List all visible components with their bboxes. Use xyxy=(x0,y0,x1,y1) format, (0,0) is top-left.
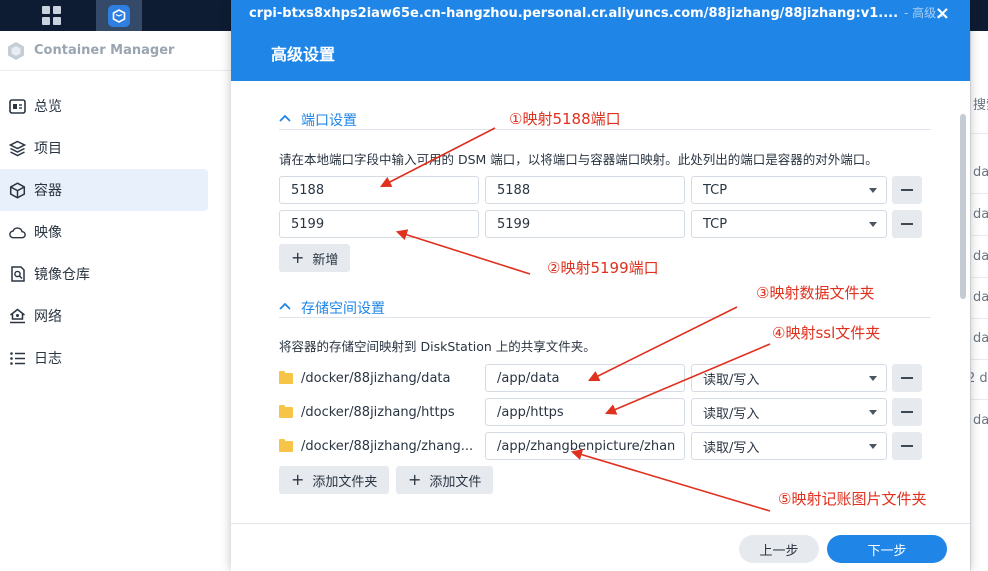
list-item: da xyxy=(973,165,988,180)
plus-icon: + xyxy=(291,470,305,489)
list-item: 2 d xyxy=(971,371,988,386)
local-port-input[interactable]: 5188 xyxy=(279,176,479,204)
annotation-picture-folder: ⑤映射记账图片文件夹 xyxy=(778,490,927,508)
dialog-scrollbar[interactable] xyxy=(960,114,966,299)
access-mode-select[interactable]: 读取/写入 xyxy=(691,398,887,426)
main-menu-button[interactable] xyxy=(28,0,74,31)
background-list: 搜索 da da da da da 2 d da xyxy=(970,31,988,571)
container-manager-window: Container Manager 总览 项目 容器 映像 镜像仓库 网络 日志 xyxy=(0,31,232,571)
container-port-input[interactable]: 5199 xyxy=(485,210,685,238)
mount-path-input[interactable]: /app/zhangbenpicture/zhan xyxy=(485,432,685,460)
add-port-button[interactable]: + 新增 xyxy=(279,244,351,272)
annotation-ssl-folder: ④映射ssl文件夹 xyxy=(772,324,881,342)
add-folder-button[interactable]: + 添加文件夹 xyxy=(279,466,390,494)
list-item: da xyxy=(973,249,988,264)
host-folder-path: /docker/88jizhang/data xyxy=(279,364,450,392)
image-cloud-icon xyxy=(9,224,26,241)
list-item: da xyxy=(973,290,988,305)
remove-port-button[interactable] xyxy=(892,210,922,238)
mount-path-input[interactable]: /app/data xyxy=(485,364,685,392)
app-title-bar: Container Manager xyxy=(0,31,231,71)
container-manager-taskbar-button[interactable] xyxy=(96,0,142,31)
chevron-up-icon xyxy=(279,110,291,126)
container-icon xyxy=(9,181,26,199)
sidebar-item-label: 网络 xyxy=(34,309,62,325)
host-folder-path: /docker/88jizhang/zhang... xyxy=(279,432,473,460)
app-title: Container Manager xyxy=(34,43,175,58)
remove-port-button[interactable] xyxy=(892,176,922,204)
grid-icon xyxy=(41,6,61,25)
sidebar-item-project[interactable]: 项目 xyxy=(0,127,208,169)
folder-icon xyxy=(279,438,293,452)
remove-volume-button[interactable] xyxy=(892,364,922,392)
plus-icon: + xyxy=(408,470,422,489)
sidebar-item-label: 镜像仓库 xyxy=(34,267,90,283)
annotation-port-5199: ②映射5199端口 xyxy=(547,259,659,277)
dialog-image-url: crpi-btxs8xhps2iaw65e.cn-hangzhou.person… xyxy=(249,6,948,21)
list-item: da xyxy=(973,207,988,222)
mount-path-input[interactable]: /app/https xyxy=(485,398,685,426)
remove-volume-button[interactable] xyxy=(892,398,922,426)
local-port-input[interactable]: 5199 xyxy=(279,210,479,238)
dialog-footer: 上一步 下一步 xyxy=(231,523,970,571)
port-description: 请在本地端口字段中输入可用的 DSM 端口，以将端口与容器端口映射。此处列出的端… xyxy=(279,152,878,167)
close-icon[interactable]: × xyxy=(935,3,950,24)
remove-volume-button[interactable] xyxy=(892,432,922,460)
search-hint: 搜索 xyxy=(973,98,988,113)
next-button[interactable]: 下一步 xyxy=(827,535,947,563)
dialog-title: 高级设置 xyxy=(271,45,336,64)
protocol-select[interactable]: TCP xyxy=(691,210,887,238)
sidebar-item-registry[interactable]: 镜像仓库 xyxy=(0,253,208,295)
minus-icon xyxy=(901,377,913,379)
container-port-input[interactable]: 5188 xyxy=(485,176,685,204)
sidebar-item-label: 总览 xyxy=(34,99,62,115)
section-title: 存储空间设置 xyxy=(301,301,385,317)
sidebar-item-label: 日志 xyxy=(34,351,62,367)
add-file-button[interactable]: + 添加文件 xyxy=(396,466,494,494)
sidebar-nav: 总览 项目 容器 映像 镜像仓库 网络 日志 xyxy=(0,71,231,379)
previous-button[interactable]: 上一步 xyxy=(739,535,819,563)
sidebar-item-image[interactable]: 映像 xyxy=(0,211,208,253)
registry-icon xyxy=(9,266,26,283)
annotation-port-5188: ①映射5188端口 xyxy=(509,110,621,128)
log-icon xyxy=(9,350,26,367)
minus-icon xyxy=(901,223,913,225)
plus-icon: + xyxy=(291,248,305,267)
list-item: da xyxy=(973,331,988,346)
section-title: 端口设置 xyxy=(301,113,357,129)
minus-icon xyxy=(901,411,913,413)
minus-icon xyxy=(901,445,913,447)
sidebar-item-label: 容器 xyxy=(34,183,62,199)
dialog-header: crpi-btxs8xhps2iaw65e.cn-hangzhou.person… xyxy=(231,0,970,81)
annotation-data-folder: ③映射数据文件夹 xyxy=(756,284,875,302)
folder-icon xyxy=(279,370,293,384)
list-item: da xyxy=(973,413,988,428)
sidebar-item-overview[interactable]: 总览 xyxy=(0,85,208,127)
access-mode-select[interactable]: 读取/写入 xyxy=(691,432,887,460)
sidebar-item-label: 项目 xyxy=(34,141,62,157)
overview-icon xyxy=(9,98,26,115)
storage-description: 将容器的存储空间映射到 DiskStation 上的共享文件夹。 xyxy=(279,339,596,354)
protocol-select[interactable]: TCP xyxy=(691,176,887,204)
app-logo-icon xyxy=(8,41,24,60)
project-icon xyxy=(9,140,26,157)
network-icon xyxy=(9,308,26,325)
minus-icon xyxy=(901,189,913,191)
chevron-up-icon xyxy=(279,298,291,314)
folder-icon xyxy=(279,404,293,418)
sidebar-item-log[interactable]: 日志 xyxy=(0,337,208,379)
sidebar-item-network[interactable]: 网络 xyxy=(0,295,208,337)
host-folder-path: /docker/88jizhang/https xyxy=(279,398,455,426)
access-mode-select[interactable]: 读取/写入 xyxy=(691,364,887,392)
sidebar-item-container[interactable]: 容器 xyxy=(0,169,208,211)
container-manager-icon xyxy=(108,4,130,27)
sidebar-item-label: 映像 xyxy=(34,225,62,241)
